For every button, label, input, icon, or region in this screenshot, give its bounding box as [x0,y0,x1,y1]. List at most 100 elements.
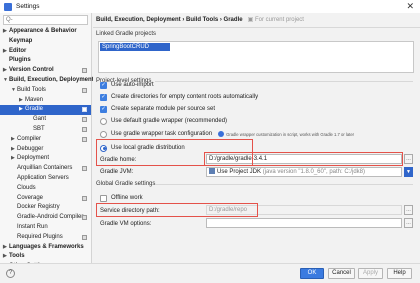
tree-item-label: Clouds [17,184,36,191]
linked-project-item[interactable]: SpringBootCRUD [100,43,170,51]
tree-item-compiler[interactable]: ▶ Compiler [0,135,91,145]
wrapper-note: Gradle wrapper customization in script, … [226,131,355,137]
search-field[interactable]: Q- [3,15,88,25]
vm-options-field[interactable] [206,218,402,228]
tree-item-label: Gant [33,116,47,123]
project-scope-icon [82,215,87,221]
breadcrumb: Build, Execution, Deployment › Build Too… [96,16,304,23]
tree-item-gradle[interactable]: ▶ Gradle [0,105,91,116]
tree-item-label: Debugger [17,145,44,152]
tree-item-label: Appearance & Behavior [9,28,77,34]
tree-item-arquillian-containers[interactable]: Arquillian Containers [0,164,91,174]
tree-item-debugger[interactable]: ▶ Debugger [0,145,91,155]
project-scope-icon [82,126,87,132]
title-bar: Settings ✕ [0,0,420,13]
tree-item-label: Instant Run [17,223,48,230]
tree-item-maven[interactable]: ▶ Maven [0,96,91,106]
vm-options-expand-button[interactable]: … [404,218,413,228]
project-scope-icon [82,68,87,74]
wrapper-task-option[interactable]: Use gradle wrapper task configuration Gr… [100,129,354,139]
auto-import-checkbox[interactable]: ✓ [100,81,107,89]
separate-module-option[interactable]: ✓ Create separate module per source set [100,104,215,114]
auto-import-label: Use auto-import [111,82,154,88]
auto-import-option[interactable]: ✓ Use auto-import [100,80,154,90]
tree-item-sbt[interactable]: SBT [0,125,91,135]
tree-item-label: Application Servers [17,174,69,181]
breadcrumb-hint: ▣ For current project [244,17,304,23]
search-icon: Q- [6,17,13,23]
separate-module-checkbox[interactable]: ✓ [100,105,107,113]
breadcrumb-path: Build, Execution, Deployment › Build Too… [96,17,243,23]
gradle-jvm-select[interactable]: Use Project JDK (java version "1.8.0_60"… [206,167,402,177]
tree-item-gradle-android-compiler[interactable]: Gradle-Android Compiler [0,213,91,223]
tree-item-appearance-behavior[interactable]: ▶ Appearance & Behavior [0,27,91,37]
project-scope-icon [82,136,87,142]
project-scope-icon [82,117,87,123]
gradle-jvm-value: Use Project JDK [217,169,262,175]
linked-projects-list[interactable]: SpringBootCRUD [98,41,414,73]
service-directory-browse-button[interactable]: … [404,205,413,215]
tree-item-label: Arquillian Containers [17,165,73,172]
apply-button[interactable]: Apply [358,268,383,279]
gradle-jvm-label: Gradle JVM: [100,169,134,175]
tree-item-label: Build, Execution, Deployment [9,76,94,83]
wrapper-task-label: Use gradle wrapper task configuration [111,131,213,137]
tree-item-label: Version Control [9,67,54,74]
create-dirs-checkbox[interactable]: ✓ [100,93,107,101]
tree-item-label: Coverage [17,194,44,201]
help-button[interactable]: Help [387,268,412,279]
tree-item-label: Tools [9,253,25,260]
create-dirs-label: Create directories for empty content roo… [111,94,259,100]
help-icon[interactable]: ? [6,269,15,278]
tree-item-label: Build Tools [17,86,46,93]
scope-hint-text: For current project [254,17,304,23]
tree-item-docker-registry[interactable]: Docker Registry [0,203,91,213]
default-wrapper-radio[interactable] [100,117,107,125]
tree-item-clouds[interactable]: Clouds [0,184,91,194]
dialog-button-bar: ? OK Cancel Apply Help [0,263,420,283]
settings-sidebar: Q- ▶ Appearance & Behavior Keymap ▶ Editor Pl… [0,13,94,269]
project-scope-icon [82,166,87,172]
tree-item-build-execution-deployment[interactable]: ▼Build, Execution, Deployment [0,76,94,86]
close-icon[interactable]: ✕ [406,1,414,12]
highlight-service-directory [96,203,258,217]
offline-work-checkbox[interactable] [100,194,107,202]
tree-item-coverage[interactable]: Coverage [0,194,91,204]
gradle-jvm-detail: (java version "1.8.0_60", path: C:/jdk8) [262,169,366,175]
highlight-gradle-home [204,152,403,166]
tree-item-deployment[interactable]: ▶ Deployment [0,154,91,164]
tree-item-keymap[interactable]: Keymap [0,37,91,47]
tree-item-plugins[interactable]: Plugins [0,56,91,66]
settings-tree: ▶ Appearance & Behavior Keymap ▶ Editor Plugi… [0,27,94,272]
tree-item-editor[interactable]: ▶ Editor [0,47,91,57]
default-wrapper-option[interactable]: Use default gradle wrapper (recommended) [100,116,227,126]
tree-item-label: Gradle-Android Compiler [17,214,84,221]
tree-item-build-tools[interactable]: ▼Build Tools [0,86,91,96]
window-title: Settings [16,3,40,10]
default-wrapper-label: Use default gradle wrapper (recommended) [111,118,228,124]
create-dirs-option[interactable]: ✓ Create directories for empty content r… [100,92,258,102]
tree-item-required-plugins[interactable]: Required Plugins [0,233,91,243]
global-settings-label: Global Gradle settings [96,181,156,187]
project-scope-icon [82,107,87,113]
tree-item-version-control[interactable]: ▶ Version Control [0,66,91,76]
tree-item-gant[interactable]: Gant [0,115,91,125]
gradle-home-browse-button[interactable]: … [404,154,413,164]
gradle-settings-panel: Build, Execution, Deployment › Build Too… [93,13,420,263]
tree-item-application-servers[interactable]: Application Servers [0,174,91,184]
tree-item-tools[interactable]: ▶ Tools [0,252,91,262]
tree-item-instant-run[interactable]: Instant Run [0,223,91,233]
wrapper-task-radio[interactable] [100,130,107,138]
cancel-button[interactable]: Cancel [328,268,355,279]
separate-module-label: Create separate module per source set [111,106,216,112]
offline-work-option[interactable]: Offline work [100,193,143,203]
tree-item-label: Compiler [17,135,42,142]
tree-item-label: Gradle [25,106,44,113]
offline-work-label: Offline work [111,195,143,201]
tree-item-languages-frameworks[interactable]: ▶ Languages & Frameworks [0,243,91,253]
ok-button[interactable]: OK [300,268,324,279]
vm-options-label: Gradle VM options: [100,221,152,227]
tree-item-label: Languages & Frameworks [9,243,84,250]
app-icon [4,2,12,11]
chevron-down-icon[interactable]: ▼ [404,167,413,177]
